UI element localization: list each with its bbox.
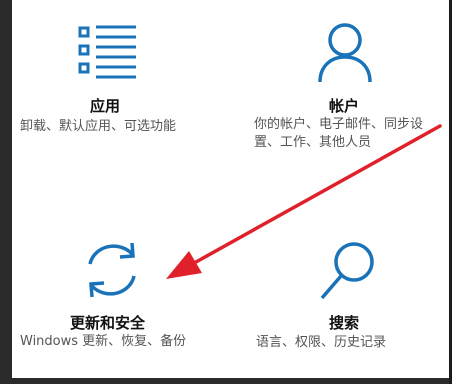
- tile-apps-description: 卸载、默认应用、可选功能: [20, 119, 177, 134]
- settings-panel: 应用 卸载、默认应用、可选功能 帐户 你的帐户、电子邮件、同步设置、工作、其他人…: [12, 0, 452, 378]
- tile-apps-title: 应用: [90, 97, 121, 115]
- tile-update-security-description: Windows 更新、恢复、备份: [20, 334, 187, 349]
- tile-update-security-title: 更新和安全: [70, 314, 146, 332]
- tile-search-title: 搜索: [329, 314, 360, 332]
- search-icon: [318, 240, 378, 306]
- apps-list-icon: [78, 24, 148, 88]
- tile-search-description: 语言、权限、历史记录: [256, 335, 387, 350]
- tile-accounts-title: 帐户: [329, 97, 360, 115]
- tile-update-security[interactable]: 更新和安全 Windows 更新、恢复、备份: [12, 196, 232, 378]
- tile-accounts[interactable]: 帐户 你的帐户、电子邮件、同步设置、工作、其他人员: [234, 0, 452, 190]
- person-icon: [317, 22, 373, 88]
- sync-icon: [80, 240, 144, 304]
- tile-apps[interactable]: 应用 卸载、默认应用、可选功能: [12, 0, 232, 190]
- tile-accounts-description: 你的帐户、电子邮件、同步设置、工作、其他人员: [254, 117, 424, 150]
- tile-search[interactable]: 搜索 语言、权限、历史记录: [234, 196, 452, 378]
